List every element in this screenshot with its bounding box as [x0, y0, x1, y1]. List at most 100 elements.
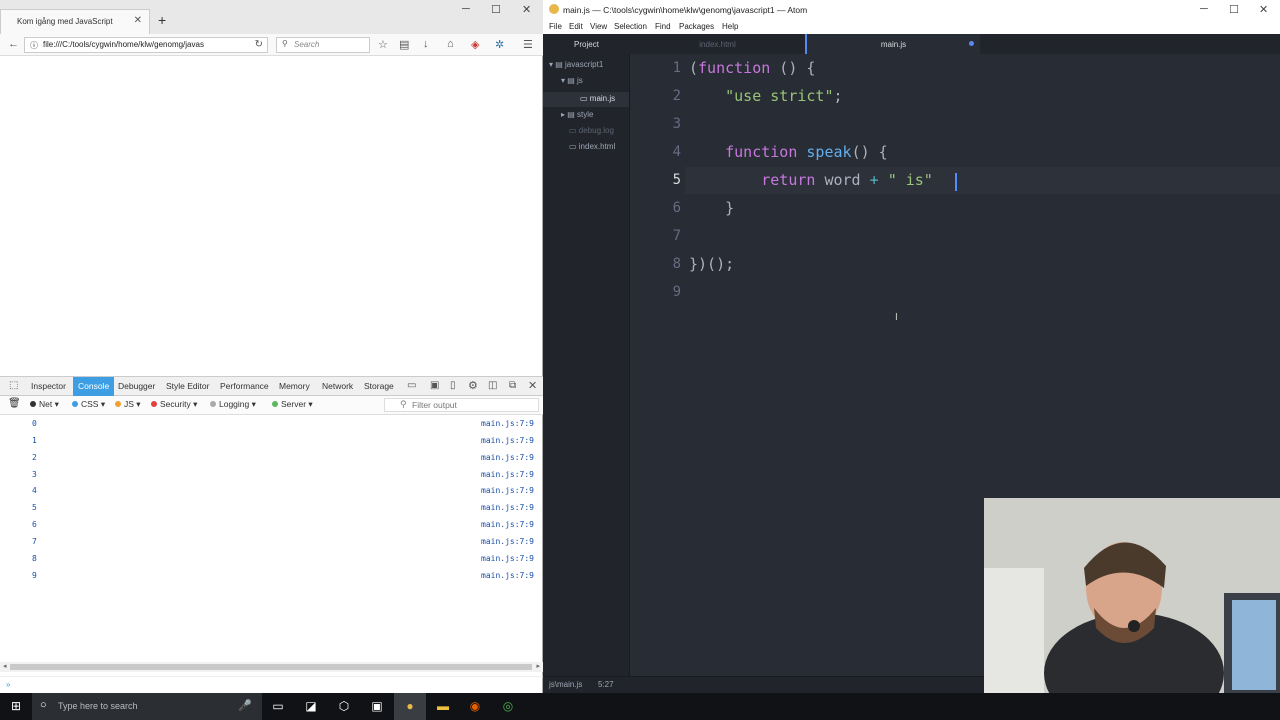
tab-debugger[interactable]: Debugger [113, 377, 160, 396]
atom-taskbar-icon[interactable]: ● [394, 693, 426, 720]
taskbar-search-placeholder: Type here to search [58, 701, 138, 711]
source-link[interactable]: main.js:7:9 [481, 520, 534, 529]
menu-icon[interactable]: ☰ [523, 38, 533, 51]
source-link[interactable]: main.js:7:9 [481, 470, 534, 479]
tree-folder-style[interactable]: ▸ ▤ style [561, 110, 593, 119]
app-icon[interactable]: ⬡ [328, 693, 360, 720]
menu-view[interactable]: View [590, 22, 607, 31]
menu-help[interactable]: Help [722, 22, 738, 31]
file-icon: ▭ [580, 94, 590, 103]
filter-security[interactable]: Security ▾ [151, 399, 197, 410]
pocket-icon[interactable]: ◈ [471, 38, 479, 51]
reading-list-icon[interactable]: ▤ [399, 38, 409, 51]
close-window-icon[interactable]: ✕ [1259, 3, 1268, 16]
task-view-icon[interactable]: ▭ [262, 693, 294, 720]
tab-project[interactable]: Project [543, 34, 630, 54]
close-tab-icon[interactable]: ✕ [134, 15, 142, 26]
tree-file-index-html[interactable]: ▭ index.html [569, 142, 615, 151]
filter-output-input[interactable]: ⚲ Filter output [384, 398, 539, 412]
separate-window-icon[interactable]: ⧉ [509, 380, 516, 391]
addon-icon[interactable]: ✲ [495, 38, 504, 51]
dock-icon[interactable]: ◫ [488, 380, 497, 391]
menu-selection[interactable]: Selection [614, 22, 647, 31]
code-line: return word + " is" [761, 171, 933, 189]
code-line: function speak() { [725, 143, 888, 161]
tab-performance[interactable]: Performance [215, 377, 274, 396]
terminal-icon[interactable]: ▣ [361, 693, 393, 720]
maximize-icon[interactable]: ☐ [1229, 3, 1239, 16]
console-input[interactable]: » [0, 676, 543, 693]
info-icon: ⓘ [30, 41, 38, 50]
tab-main-js[interactable]: main.js [805, 34, 980, 54]
firefox-tab[interactable]: Kom igång med JavaScript ✕ [0, 9, 150, 34]
close-devtools-icon[interactable]: ✕ [528, 379, 537, 392]
source-link[interactable]: main.js:7:9 [481, 537, 534, 546]
tab-style-editor[interactable]: Style Editor [161, 377, 214, 396]
line-number: 8 [672, 256, 681, 272]
firefox-taskbar-icon[interactable]: ◉ [459, 693, 491, 720]
menu-file[interactable]: File [549, 22, 562, 31]
tab-index-html[interactable]: index.html [630, 34, 805, 54]
scroll-right-icon[interactable]: ▸ [536, 662, 540, 670]
close-window-icon[interactable]: ✕ [522, 3, 531, 16]
css-dot-icon [72, 401, 78, 407]
back-icon[interactable]: ← [8, 38, 19, 50]
scroll-left-icon[interactable]: ◂ [3, 662, 7, 670]
source-link[interactable]: main.js:7:9 [481, 554, 534, 563]
horizontal-scrollbar[interactable]: ◂ ▸ [0, 662, 543, 672]
tab-memory[interactable]: Memory [274, 377, 315, 396]
download-icon[interactable]: ↓ [423, 38, 429, 50]
firefox-window: Kom igång med JavaScript ✕ + ─ ☐ ✕ ← ⓘ f… [0, 0, 543, 693]
microphone-icon[interactable]: 🎤 [238, 699, 252, 712]
file-explorer-icon[interactable]: ▬ [427, 693, 459, 720]
js-dot-icon [115, 401, 121, 407]
scrollbar-thumb[interactable] [10, 664, 532, 670]
store-icon[interactable]: ◪ [295, 693, 327, 720]
source-link[interactable]: main.js:7:9 [481, 503, 534, 512]
minimize-icon[interactable]: ─ [462, 3, 470, 15]
source-link[interactable]: main.js:7:9 [481, 486, 534, 495]
tree-root[interactable]: ▾ ▤ javascript1 [549, 60, 603, 69]
menu-packages[interactable]: Packages [679, 22, 714, 31]
line-number-gutter: 1 2 3 4 5 6 7 8 9 [630, 54, 685, 676]
scratchpad-icon[interactable]: ▣ [430, 380, 439, 391]
tab-inspector[interactable]: Inspector [26, 377, 71, 396]
firefox-tab-title: Kom igång med JavaScript [17, 17, 113, 26]
windows-start-icon[interactable]: ⊞ [0, 693, 32, 720]
reload-icon[interactable]: ↻ [255, 39, 263, 50]
bookmark-star-icon[interactable]: ☆ [378, 38, 388, 51]
source-link[interactable]: main.js:7:9 [481, 453, 534, 462]
tab-console[interactable]: Console [73, 377, 115, 396]
taskbar-search[interactable]: ○ Type here to search 🎤 [32, 693, 262, 720]
trash-icon[interactable]: 🗑 [8, 398, 21, 409]
filter-logging[interactable]: Logging ▾ [210, 399, 256, 410]
search-box[interactable]: ⚲ Search [276, 37, 370, 53]
filter-server[interactable]: Server ▾ [272, 399, 313, 410]
maximize-icon[interactable]: ☐ [491, 3, 501, 16]
home-icon[interactable]: ⌂ [447, 38, 454, 50]
source-link[interactable]: main.js:7:9 [481, 436, 534, 445]
new-tab-icon[interactable]: + [158, 12, 166, 28]
menu-edit[interactable]: Edit [569, 22, 583, 31]
url-bar[interactable]: ⓘ file:///C:/tools/cygwin/home/klw/genom… [24, 37, 268, 53]
status-file-path[interactable]: js\main.js [549, 680, 582, 689]
chrome-taskbar-icon[interactable]: ◎ [492, 693, 524, 720]
element-picker-icon[interactable]: ⬚ [9, 380, 18, 391]
tree-file-debug-log[interactable]: ▭ debug.log [569, 126, 614, 135]
net-dot-icon [30, 401, 36, 407]
screenshot-icon[interactable]: ▯ [450, 380, 456, 391]
tree-file-main-js[interactable]: ▭ main.js [543, 92, 629, 107]
tab-network[interactable]: Network [317, 377, 358, 396]
filter-net[interactable]: Net ▾ [30, 399, 59, 410]
status-cursor-position[interactable]: 5:27 [598, 680, 614, 689]
filter-css[interactable]: CSS ▾ [72, 399, 105, 410]
settings-icon[interactable]: ⚙ [468, 379, 478, 392]
menu-find[interactable]: Find [655, 22, 671, 31]
filter-js[interactable]: JS ▾ [115, 399, 141, 410]
source-link[interactable]: main.js:7:9 [481, 571, 534, 580]
tab-storage[interactable]: Storage [359, 377, 399, 396]
responsive-icon[interactable]: ▭ [407, 380, 416, 391]
minimize-icon[interactable]: ─ [1200, 3, 1208, 15]
tree-folder-js[interactable]: ▾ ▤ js [561, 76, 583, 85]
source-link[interactable]: main.js:7:9 [481, 419, 534, 428]
